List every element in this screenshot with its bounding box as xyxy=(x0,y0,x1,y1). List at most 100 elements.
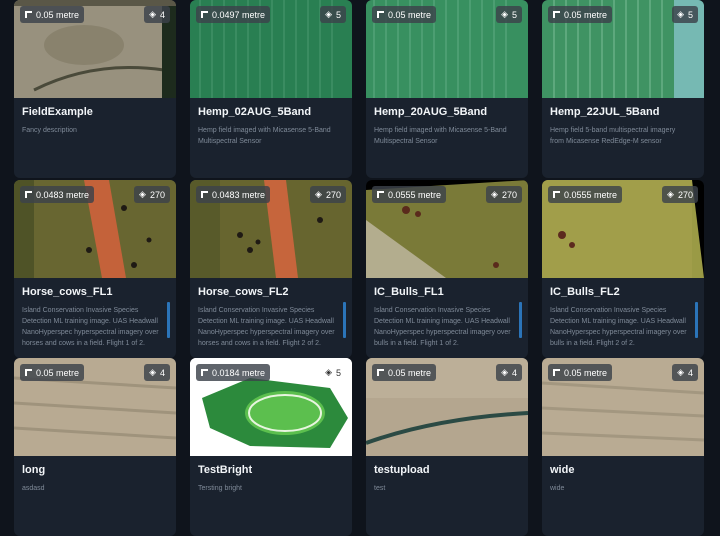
dataset-info: Hemp_02AUG_5Band Hemp field imaged with … xyxy=(190,98,352,178)
layers-icon: ◈ xyxy=(677,9,684,19)
band-count-text: 5 xyxy=(511,9,517,20)
resolution-corner-icon xyxy=(25,11,32,18)
layers-icon: ◈ xyxy=(667,189,674,199)
dataset-title[interactable]: IC_Bulls_FL2 xyxy=(550,286,696,298)
dataset-card-testupload[interactable]: 0.05 metre ◈ 4 testupload test xyxy=(366,358,528,536)
layers-icon: ◈ xyxy=(491,189,498,199)
dataset-card-horse-cows-fl1[interactable]: 0.0483 metre ◈ 270 Horse_cows_FL1 Island… xyxy=(14,180,176,358)
dataset-title[interactable]: Horse_cows_FL2 xyxy=(198,286,344,298)
band-count-badge: ◈ 5 xyxy=(320,6,346,23)
band-count-text: 4 xyxy=(159,367,165,378)
dataset-title[interactable]: Hemp_02AUG_5Band xyxy=(198,106,344,118)
dataset-card-testbright[interactable]: 0.0184 metre ◈ 5 TestBright Tersting bri… xyxy=(190,358,352,536)
dataset-title[interactable]: TestBright xyxy=(198,464,344,476)
dataset-title[interactable]: Hemp_20AUG_5Band xyxy=(374,106,520,118)
layers-icon: ◈ xyxy=(139,189,146,199)
resolution-text: 0.05 metre xyxy=(564,367,608,378)
dataset-info: TestBright Tersting bright xyxy=(190,456,352,536)
dataset-card-ic-bulls-fl1[interactable]: 0.0555 metre ◈ 270 IC_Bulls_FL1 Island C… xyxy=(366,180,528,358)
band-count-badge: ◈ 270 xyxy=(486,186,522,203)
description-scrollbar[interactable] xyxy=(695,302,698,338)
layers-icon: ◈ xyxy=(677,367,684,377)
resolution-corner-icon xyxy=(201,191,208,198)
resolution-badge: 0.0184 metre xyxy=(196,364,271,381)
band-count-badge: ◈ 4 xyxy=(144,364,170,381)
dataset-thumbnail[interactable]: 0.0184 metre ◈ 5 xyxy=(190,358,352,456)
band-count-badge: ◈ 5 xyxy=(320,364,346,381)
layers-icon: ◈ xyxy=(149,9,156,19)
dataset-card-hemp-02aug[interactable]: 0.0497 metre ◈ 5 Hemp_02AUG_5Band Hemp f… xyxy=(190,0,352,178)
dataset-card-hemp-20aug[interactable]: 0.05 metre ◈ 5 Hemp_20AUG_5Band Hemp fie… xyxy=(366,0,528,178)
resolution-text: 0.0483 metre xyxy=(36,189,90,200)
dataset-thumbnail[interactable]: 0.05 metre ◈ 4 xyxy=(366,358,528,456)
resolution-corner-icon xyxy=(201,369,208,376)
dataset-description: Hemp field imaged with Micasense 5-Band … xyxy=(198,127,331,145)
band-count-badge: ◈ 4 xyxy=(496,364,522,381)
dataset-thumbnail[interactable]: 0.0483 metre ◈ 270 xyxy=(14,180,176,278)
band-count-text: 5 xyxy=(335,9,341,20)
band-count-text: 4 xyxy=(159,9,165,20)
dataset-title[interactable]: wide xyxy=(550,464,696,476)
dataset-title[interactable]: long xyxy=(22,464,168,476)
dataset-title[interactable]: IC_Bulls_FL1 xyxy=(374,286,520,298)
resolution-badge: 0.05 metre xyxy=(372,364,437,381)
resolution-badge: 0.05 metre xyxy=(20,364,85,381)
layers-icon: ◈ xyxy=(501,9,508,19)
resolution-text: 0.0483 metre xyxy=(212,189,266,200)
description-scrollbar[interactable] xyxy=(519,302,522,338)
dataset-thumbnail[interactable]: 0.05 metre ◈ 4 xyxy=(14,0,176,98)
dataset-description: Island Conservation Invasive Species Det… xyxy=(22,307,159,347)
dataset-title[interactable]: FieldExample xyxy=(22,106,168,118)
resolution-text: 0.05 metre xyxy=(564,9,608,20)
band-count-text: 270 xyxy=(325,189,341,200)
resolution-text: 0.05 metre xyxy=(36,9,80,20)
resolution-badge: 0.0555 metre xyxy=(548,186,623,203)
resolution-badge: 0.0483 metre xyxy=(196,186,271,203)
resolution-text: 0.0555 metre xyxy=(388,189,442,200)
dataset-info: IC_Bulls_FL1 Island Conservation Invasiv… xyxy=(366,278,528,358)
resolution-badge: 0.05 metre xyxy=(372,6,437,23)
resolution-corner-icon xyxy=(25,191,32,198)
dataset-thumbnail[interactable]: 0.05 metre ◈ 5 xyxy=(542,0,704,98)
dataset-thumbnail[interactable]: 0.05 metre ◈ 5 xyxy=(366,0,528,98)
band-count-text: 5 xyxy=(687,9,693,20)
resolution-text: 0.0497 metre xyxy=(212,9,266,20)
dataset-description: Island Conservation Invasive Species Det… xyxy=(550,307,687,347)
dataset-description: Hemp field 5-band multispectral imagery … xyxy=(550,127,676,145)
band-count-text: 270 xyxy=(149,189,165,200)
resolution-text: 0.05 metre xyxy=(36,367,80,378)
layers-icon: ◈ xyxy=(149,367,156,377)
dataset-title[interactable]: testupload xyxy=(374,464,520,476)
resolution-corner-icon xyxy=(201,11,208,18)
dataset-description: test xyxy=(374,485,386,492)
dataset-description: Tersting bright xyxy=(198,485,242,492)
resolution-corner-icon xyxy=(25,369,32,376)
dataset-title[interactable]: Horse_cows_FL1 xyxy=(22,286,168,298)
layers-icon: ◈ xyxy=(325,367,332,377)
dataset-card-ic-bulls-fl2[interactable]: 0.0555 metre ◈ 270 IC_Bulls_FL2 Island C… xyxy=(542,180,704,358)
dataset-info: IC_Bulls_FL2 Island Conservation Invasiv… xyxy=(542,278,704,358)
dataset-title[interactable]: Hemp_22JUL_5Band xyxy=(550,106,696,118)
dataset-card-long[interactable]: 0.05 metre ◈ 4 long asdasd xyxy=(14,358,176,536)
dataset-thumbnail[interactable]: 0.0555 metre ◈ 270 xyxy=(366,180,528,278)
description-scrollbar[interactable] xyxy=(343,302,346,338)
dataset-thumbnail[interactable]: 0.0555 metre ◈ 270 xyxy=(542,180,704,278)
description-scrollbar[interactable] xyxy=(167,302,170,338)
dataset-info: long asdasd xyxy=(14,456,176,536)
dataset-description: Fancy description xyxy=(22,127,77,134)
dataset-thumbnail[interactable]: 0.05 metre ◈ 4 xyxy=(14,358,176,456)
layers-icon: ◈ xyxy=(315,189,322,199)
dataset-thumbnail[interactable]: 0.05 metre ◈ 4 xyxy=(542,358,704,456)
dataset-thumbnail[interactable]: 0.0497 metre ◈ 5 xyxy=(190,0,352,98)
dataset-card-fieldexample[interactable]: 0.05 metre ◈ 4 FieldExample Fancy descri… xyxy=(14,0,176,178)
dataset-card-wide[interactable]: 0.05 metre ◈ 4 wide wide xyxy=(542,358,704,536)
dataset-info: Hemp_22JUL_5Band Hemp field 5-band multi… xyxy=(542,98,704,178)
dataset-card-hemp-22jul[interactable]: 0.05 metre ◈ 5 Hemp_22JUL_5Band Hemp fie… xyxy=(542,0,704,178)
resolution-badge: 0.05 metre xyxy=(548,364,613,381)
dataset-thumbnail[interactable]: 0.0483 metre ◈ 270 xyxy=(190,180,352,278)
dataset-description: asdasd xyxy=(22,485,45,492)
resolution-badge: 0.0555 metre xyxy=(372,186,447,203)
band-count-badge: ◈ 270 xyxy=(310,186,346,203)
resolution-badge: 0.0497 metre xyxy=(196,6,271,23)
dataset-card-horse-cows-fl2[interactable]: 0.0483 metre ◈ 270 Horse_cows_FL2 Island… xyxy=(190,180,352,358)
